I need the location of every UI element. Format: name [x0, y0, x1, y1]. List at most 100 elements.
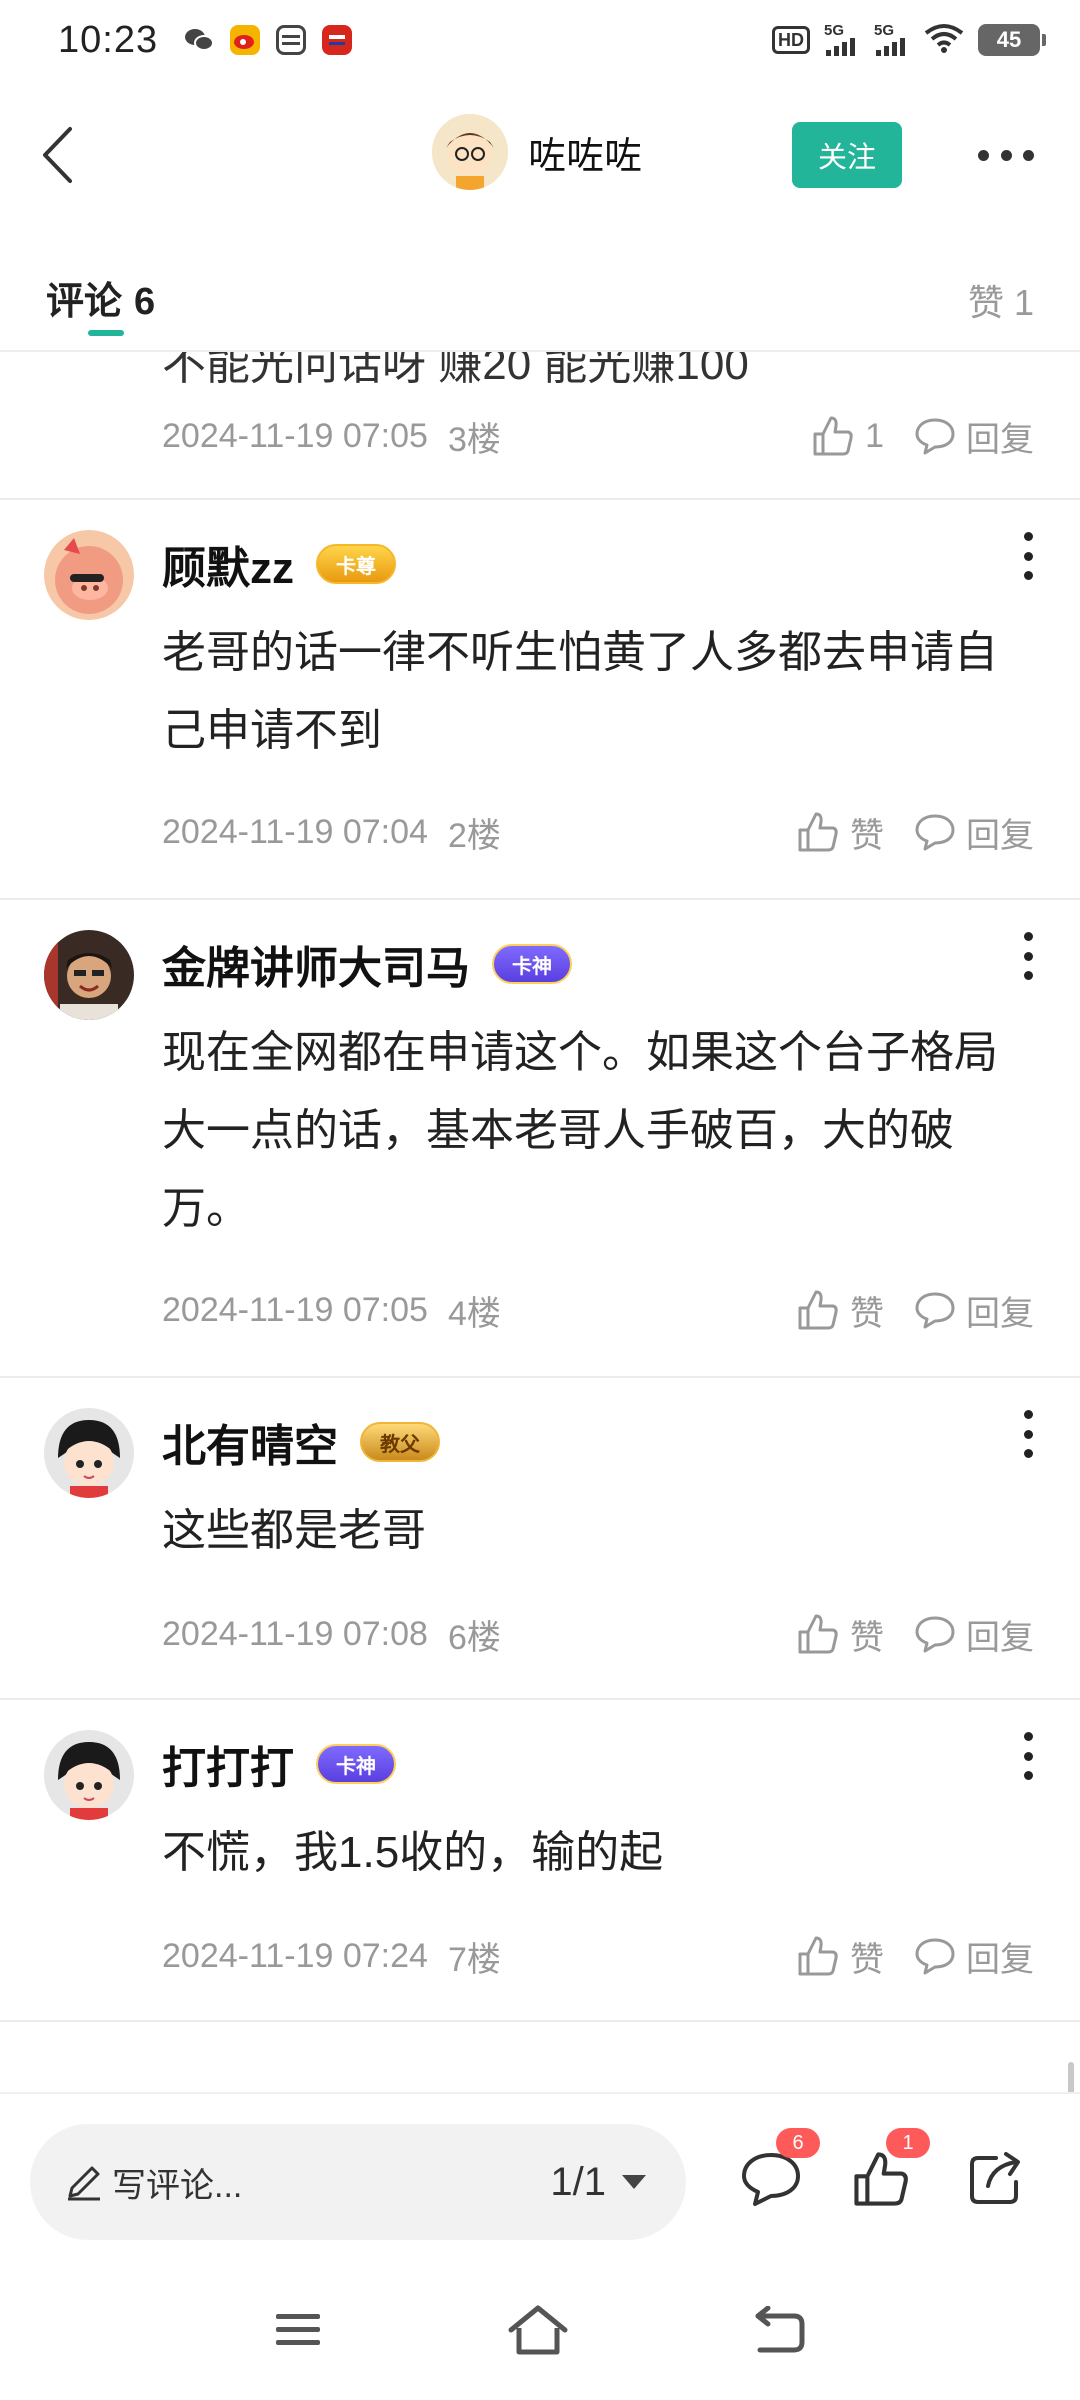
reply-button[interactable]: 回复 — [914, 1286, 1034, 1335]
chevron-down-icon — [622, 2175, 646, 2189]
comment-time: 2024-11-19 07:04 — [162, 812, 428, 851]
reply-button[interactable]: 回复 — [914, 1610, 1034, 1659]
comment-meta: 2024-11-19 07:08 6楼 赞 回复 — [162, 1604, 1034, 1664]
reply-label: 回复 — [966, 1618, 1034, 1657]
thumbs-up-icon — [854, 2152, 908, 2206]
card-app-icon — [276, 25, 307, 55]
comment-floor: 6楼 — [447, 1618, 501, 1657]
commenter-name[interactable]: 顾默zz — [162, 532, 294, 596]
share-icon — [970, 2152, 1020, 2204]
status-time: 10:23 — [58, 18, 159, 61]
comment-actions: 赞 回复 — [796, 1932, 1034, 1981]
chat-bubble-icon — [915, 814, 955, 851]
avatar[interactable] — [44, 1408, 134, 1498]
reply-label: 回复 — [966, 420, 1034, 459]
more-icon[interactable] — [978, 140, 1034, 170]
thumbs-up-icon — [798, 812, 838, 852]
bottom-action-bar: 写评论... 1/1 6 1 — [0, 2092, 1080, 2242]
like-button[interactable]: 赞 — [796, 1610, 884, 1659]
comment-text: 现在全网都在申请这个。如果这个台子格局大一点的话，基本老哥人手破百，大的破万。 — [162, 1028, 998, 1233]
share-button[interactable] — [960, 2144, 1030, 2214]
chat-bubble-icon — [915, 1292, 955, 1329]
home-icon[interactable] — [498, 2290, 578, 2370]
scrollbar-thumb[interactable] — [1068, 2062, 1074, 2092]
comment-meta: 2024-11-19 07:24 7楼 赞 回复 — [162, 1926, 1034, 1986]
comment-header: 北有晴空 教父 — [162, 1410, 440, 1474]
follow-button[interactable]: 关注 — [792, 122, 902, 188]
tab-comments-label: 评论 — [46, 281, 123, 323]
like-button[interactable]: 赞 — [796, 1286, 884, 1335]
tab-comments[interactable]: 评论 6 — [46, 270, 155, 325]
divider — [0, 2020, 1080, 2022]
page-indicator: 1/1 — [550, 2159, 606, 2204]
comment-count-badge: 6 — [776, 2128, 820, 2158]
news-app-icon — [322, 25, 353, 55]
comment-list[interactable]: 不能光问话呀 赚20 能光赚100 2024-11-19 07:05 3楼 1 … — [0, 352, 1080, 2092]
commenter-name[interactable]: 打打打 — [162, 1732, 294, 1796]
comment-header: 金牌讲师大司马 卡神 — [162, 932, 572, 996]
avatar[interactable] — [44, 1730, 134, 1820]
thumbs-up-icon — [798, 1290, 838, 1330]
header-user[interactable]: 咗咗咗 — [432, 114, 642, 190]
thumbs-up-icon — [798, 1614, 838, 1654]
write-comment-input[interactable]: 写评论... 1/1 — [30, 2124, 686, 2240]
comment-floor: 2楼 — [447, 816, 501, 855]
tab-active-indicator — [88, 330, 124, 336]
avatar[interactable] — [432, 114, 508, 190]
partial-comment-meta: 2024-11-19 07:05 3楼 1 回复 — [162, 406, 1034, 466]
chat-bubble-icon — [742, 2153, 800, 2206]
comment-floor: 7楼 — [447, 1940, 501, 1979]
thumbs-up-icon — [798, 1936, 838, 1976]
more-options-icon[interactable] — [1016, 1728, 1040, 1784]
weibo-icon — [230, 25, 261, 55]
like-count: 1 — [865, 416, 884, 455]
status-app-icons — [184, 25, 353, 55]
menu-icon[interactable] — [258, 2290, 338, 2370]
comment-time: 2024-11-19 07:05 — [162, 416, 428, 455]
more-options-icon[interactable] — [1016, 528, 1040, 584]
commenter-name[interactable]: 北有晴空 — [162, 1410, 338, 1474]
like-button[interactable]: 赞 — [796, 1932, 884, 1981]
comment-header: 顾默zz 卡尊 — [162, 532, 396, 596]
like-button[interactable]: 1 — [811, 414, 884, 458]
comment-time: 2024-11-19 07:05 — [162, 1290, 428, 1329]
comment-text: 这些都是老哥 — [162, 1506, 426, 1555]
like-label: 赞 — [850, 816, 884, 855]
rank-badge: 教父 — [360, 1422, 440, 1462]
more-options-icon[interactable] — [1016, 928, 1040, 984]
avatar[interactable] — [44, 930, 134, 1020]
comment-text: 老哥的话一律不听生怕黄了人多都去申请自己申请不到 — [162, 628, 998, 755]
wechat-icon — [184, 25, 215, 55]
comment-meta: 2024-11-19 07:04 2楼 赞 回复 — [162, 802, 1034, 862]
tab-comments-count: 6 — [134, 281, 156, 323]
tab-likes[interactable]: 赞1 — [968, 274, 1034, 326]
comment-time: 2024-11-19 07:08 — [162, 1614, 428, 1653]
like-button[interactable]: 赞 — [796, 808, 884, 857]
thumbs-up-icon — [813, 416, 853, 456]
back-nav-icon[interactable] — [738, 2290, 818, 2370]
system-nav-bar — [0, 2270, 1080, 2400]
comment-item: 打打打 卡神 不慌，我1.5收的，输的起 2024-11-19 07:24 7楼… — [0, 1700, 1080, 2024]
signal-icon-2: 5G — [874, 23, 910, 56]
back-icon[interactable] — [22, 120, 92, 190]
more-options-icon[interactable] — [1016, 1406, 1040, 1462]
comment-item: 金牌讲师大司马 卡神 现在全网都在申请这个。如果这个台子格局大一点的话，基本老哥… — [0, 900, 1080, 1380]
hd-icon: HD — [772, 26, 810, 54]
comment-actions: 赞 回复 — [796, 1610, 1034, 1659]
reply-button[interactable]: 回复 — [914, 1932, 1034, 1981]
comment-item: 顾默zz 卡尊 老哥的话一律不听生怕黄了人多都去申请自己申请不到 2024-11… — [0, 500, 1080, 918]
avatar[interactable] — [44, 530, 134, 620]
reply-button[interactable]: 回复 — [914, 808, 1034, 857]
page-selector[interactable]: 1/1 — [550, 2160, 646, 2205]
reply-label: 回复 — [966, 1294, 1034, 1333]
comment-actions: 1 回复 — [811, 412, 1034, 461]
comment-time: 2024-11-19 07:24 — [162, 1936, 428, 1975]
commenter-name[interactable]: 金牌讲师大司马 — [162, 932, 470, 996]
wifi-icon — [924, 23, 964, 58]
comments-button[interactable]: 6 — [736, 2128, 820, 2214]
reply-button[interactable]: 回复 — [914, 412, 1034, 461]
like-post-button[interactable]: 1 — [846, 2128, 930, 2214]
status-bar: 10:23 HD 5G 5G 45 — [0, 0, 1080, 80]
reply-label: 回复 — [966, 1940, 1034, 1979]
comment-meta: 2024-11-19 07:05 4楼 赞 回复 — [162, 1280, 1034, 1340]
